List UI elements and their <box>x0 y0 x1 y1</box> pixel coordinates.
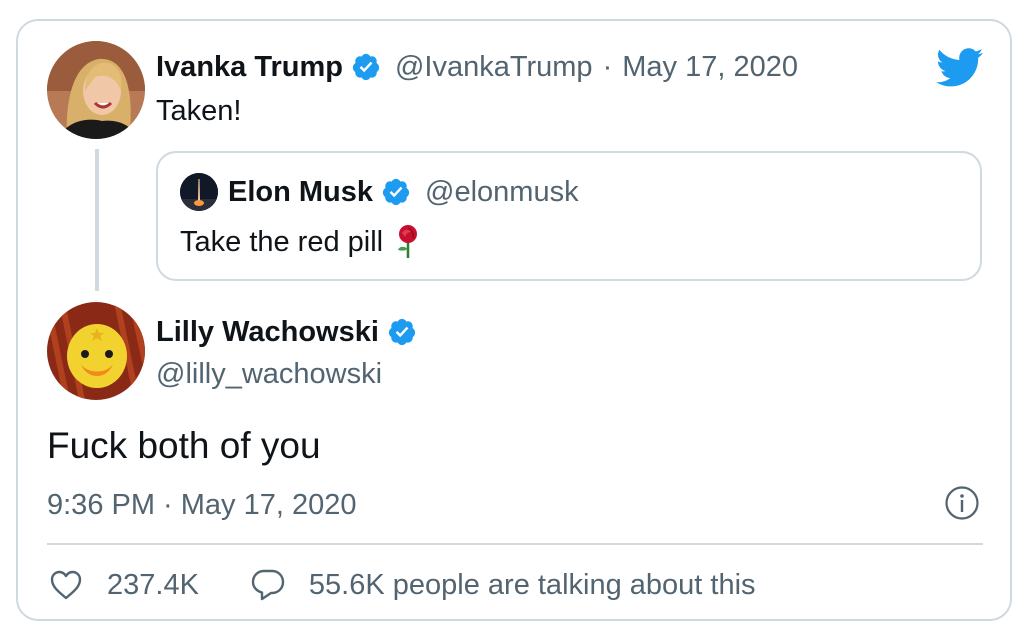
quoted-author-name[interactable]: Elon Musk <box>228 175 373 209</box>
main-tweet-header: Lilly Wachowski <box>156 315 417 349</box>
yellow-duck-avatar[interactable] <box>47 302 145 400</box>
verified-badge-icon <box>382 178 410 206</box>
ivanka-avatar[interactable] <box>47 41 145 139</box>
verified-badge-icon <box>388 318 416 346</box>
parent-tweet-text: Taken! <box>156 95 242 127</box>
thread-connector-line <box>95 149 99 291</box>
conversation-count: 55.6K people are talking about this <box>308 568 756 601</box>
quoted-tweet-body: Take the red pill <box>180 225 421 259</box>
parent-author-name[interactable]: Ivanka Trump <box>156 50 343 84</box>
speech-bubble-icon <box>251 569 285 601</box>
like-button[interactable]: 237.4K <box>47 566 199 604</box>
rocket-launch-avatar <box>180 173 218 211</box>
info-icon[interactable] <box>944 485 980 521</box>
action-bar: 237.4K 55.6K people are talking about th… <box>47 566 756 604</box>
quoted-tweet-header: Elon Musk @elonmusk <box>228 175 579 209</box>
quoted-tweet-text: Take the red pill <box>180 226 384 258</box>
conversation-button[interactable]: 55.6K people are talking about this <box>249 566 756 604</box>
parent-author-handle[interactable]: @IvankaTrump <box>395 50 593 84</box>
parent-tweet-header: Ivanka Trump @IvankaTrump · May 17, 2020 <box>156 50 798 84</box>
action-divider <box>47 543 983 545</box>
embedded-tweet-card: Ivanka Trump @IvankaTrump · May 17, 2020… <box>16 19 1012 621</box>
quoted-tweet[interactable]: Elon Musk @elonmusk Take the red pill <box>156 151 982 281</box>
tweet-timestamp[interactable]: 9:36 PM · May 17, 2020 <box>47 488 357 522</box>
main-author-name[interactable]: Lilly Wachowski <box>156 315 379 349</box>
separator-dot: · <box>602 51 613 83</box>
parent-tweet-date[interactable]: May 17, 2020 <box>622 50 798 84</box>
quoted-author-handle[interactable]: @elonmusk <box>425 175 579 209</box>
twitter-bird-icon[interactable] <box>936 48 984 88</box>
like-count: 237.4K <box>107 568 199 601</box>
heart-icon <box>50 570 82 600</box>
verified-badge-icon <box>352 53 380 81</box>
main-author-handle[interactable]: @lilly_wachowski <box>156 357 382 391</box>
rose-emoji <box>398 225 418 258</box>
main-tweet-text: Fuck both of you <box>47 425 321 466</box>
